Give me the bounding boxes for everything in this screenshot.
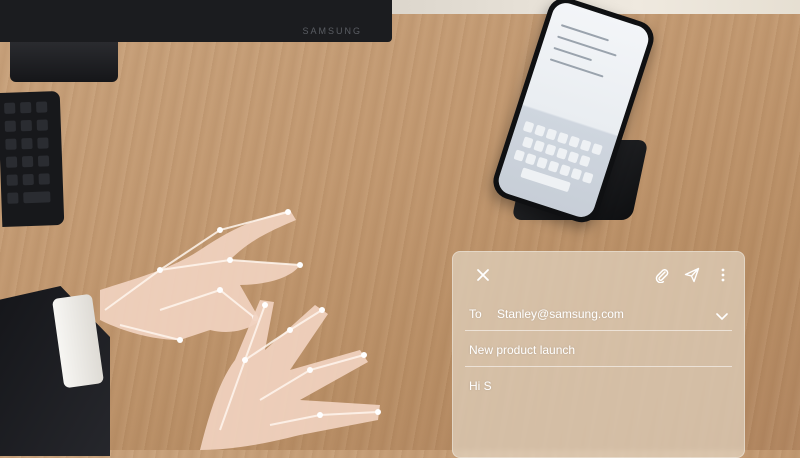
send-icon[interactable] — [681, 264, 703, 286]
email-compose-panel: To Stanley@samsung.com New product launc… — [452, 251, 745, 458]
to-label: To — [469, 307, 482, 321]
more-vertical-icon[interactable] — [712, 264, 734, 286]
monitor-brand: SAMSUNG — [302, 26, 362, 36]
monitor-stand — [10, 42, 118, 82]
recipient-field[interactable]: Stanley@samsung.com — [497, 307, 728, 321]
subject-text: New product launch — [469, 343, 576, 357]
compose-toolbar — [453, 252, 744, 296]
hands-tracking — [100, 209, 381, 450]
chevron-down-icon[interactable] — [716, 308, 728, 326]
scene: SAMSUNG To Stanley@samsung.com New produ… — [0, 0, 800, 458]
keyboard — [0, 90, 65, 228]
paperclip-icon[interactable] — [651, 264, 673, 286]
body-field[interactable]: Hi S — [469, 376, 728, 396]
monitor: SAMSUNG — [0, 0, 392, 42]
divider-to — [465, 330, 732, 331]
subject-field[interactable]: New product launch — [469, 340, 728, 360]
to-row[interactable]: To Stanley@samsung.com — [469, 304, 728, 324]
body-text: Hi S — [469, 379, 492, 393]
close-icon[interactable] — [472, 264, 494, 286]
divider-subject — [465, 366, 732, 367]
